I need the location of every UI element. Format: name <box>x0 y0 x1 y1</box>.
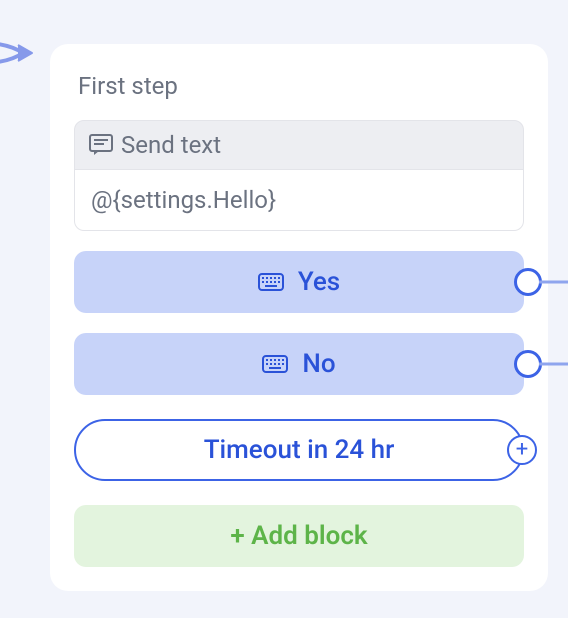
timeout-button[interactable]: Timeout in 24 hr + <box>74 419 524 481</box>
step-card[interactable]: First step Send text @{settings.Hello} <box>50 44 548 591</box>
connector-line <box>539 281 568 284</box>
timeout-label: Timeout in 24 hr <box>204 435 395 465</box>
connector-no[interactable] <box>514 350 542 378</box>
plus-icon[interactable]: + <box>507 435 537 465</box>
keyboard-icon <box>258 273 284 291</box>
reply-yes-button[interactable]: Yes <box>74 251 524 313</box>
add-block-button[interactable]: + Add block <box>74 505 524 567</box>
send-text-body[interactable]: @{settings.Hello} <box>74 170 524 231</box>
reply-no-label: No <box>302 349 335 379</box>
reply-no-button[interactable]: No <box>74 333 524 395</box>
step-title: First step <box>74 72 524 100</box>
incoming-arrow <box>0 35 50 75</box>
send-text-block[interactable]: Send text @{settings.Hello} <box>74 120 524 231</box>
keyboard-icon <box>262 355 288 373</box>
send-text-label: Send text <box>121 131 221 159</box>
send-text-header: Send text <box>74 120 524 170</box>
add-block-label: + Add block <box>230 521 367 551</box>
connector-line <box>539 363 568 366</box>
message-icon <box>89 134 113 156</box>
reply-yes-label: Yes <box>298 267 340 297</box>
connector-yes[interactable] <box>514 268 542 296</box>
